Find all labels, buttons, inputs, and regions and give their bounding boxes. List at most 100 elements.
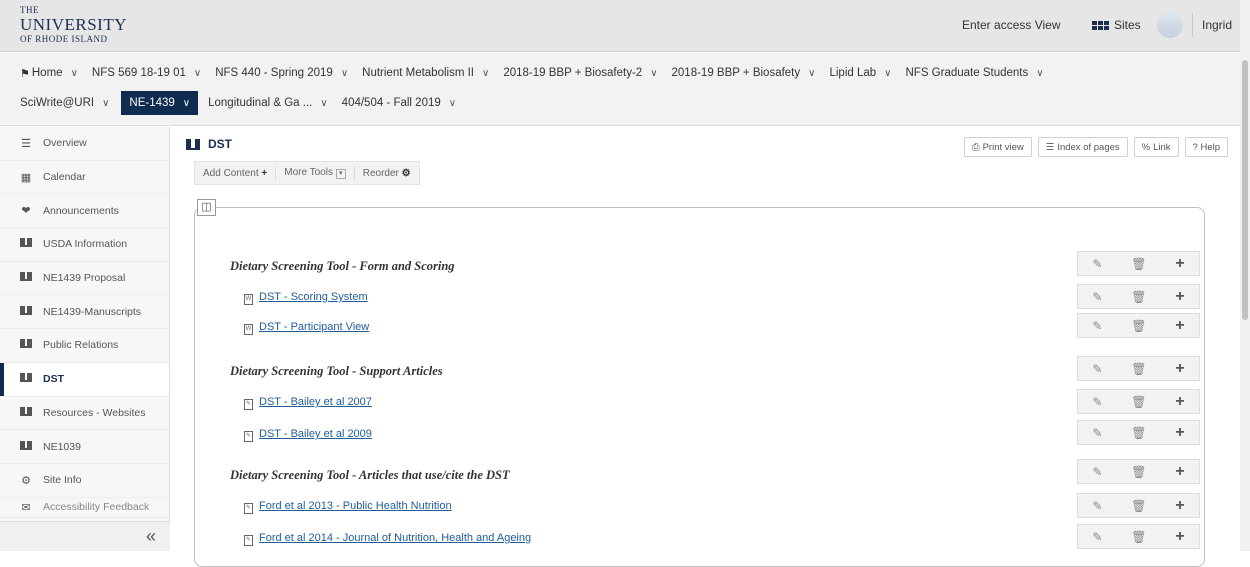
enter-access-view-link[interactable]: Enter access View [962, 18, 1061, 32]
sidebar-item-ne1039[interactable]: NE1039 [0, 430, 169, 464]
feedback-icon: ✉ [21, 501, 31, 514]
file-link[interactable]: Ford et al 2014 - Journal of Nutrition, … [259, 532, 531, 544]
sidebar-item-public-relations[interactable]: Public Relations [0, 329, 169, 363]
edit-icon[interactable]: ✎ [1092, 499, 1102, 513]
sidebar-item-label: Calendar [43, 171, 86, 184]
sidebar-item-ne1439-proposal[interactable]: NE1439 Proposal [0, 262, 169, 296]
tab-home[interactable]: ⚑ Home ∨ [18, 61, 84, 85]
edit-icon[interactable]: ✎ [1092, 319, 1102, 333]
chevron-down-icon[interactable]: ∨ [650, 68, 657, 79]
sidebar-item-label: NE1439 Proposal [43, 272, 126, 285]
edit-icon[interactable]: ✎ [1092, 290, 1102, 304]
scrollbar-thumb[interactable] [1242, 60, 1248, 320]
university-logo[interactable]: THE UNIVERSITY OF RHODE ISLAND [20, 6, 127, 44]
trash-icon[interactable]: 🗑 [1131, 395, 1146, 409]
add-icon[interactable]: + [1175, 288, 1184, 306]
add-icon[interactable]: + [1175, 497, 1184, 515]
tab-nutrient-metabolism[interactable]: Nutrient Metabolism II ∨ [360, 61, 495, 85]
user-menu[interactable]: Ingrid [1157, 12, 1232, 38]
more-tools-button[interactable]: More Tools ▾ [284, 167, 346, 179]
index-of-pages-button[interactable]: ☰ Index of pages [1037, 137, 1128, 157]
tab-lipid-lab[interactable]: Lipid Lab ∨ [827, 61, 897, 85]
add-icon[interactable]: + [1175, 393, 1184, 411]
add-icon[interactable]: + [1175, 317, 1184, 335]
page-scrollbar[interactable] [1240, 0, 1250, 551]
sidebar-item-accessibility-feedback[interactable]: ✉ Accessibility Feedback [0, 498, 169, 518]
trash-icon[interactable]: 🗑 [1131, 290, 1146, 304]
chevron-down-icon[interactable]: ∨ [194, 68, 201, 79]
reorder-button[interactable]: Reorder ⚙ [363, 168, 411, 179]
trash-icon[interactable]: 🗑 [1131, 319, 1146, 333]
edit-icon[interactable]: ✎ [1092, 362, 1102, 376]
section-layout-icon[interactable]: ◫ [197, 199, 216, 216]
collapse-sidebar-button[interactable]: « [0, 521, 170, 551]
megaphone-icon: ❤ [21, 205, 31, 218]
chevron-down-icon[interactable]: ∨ [1036, 68, 1043, 79]
heading-text: Dietary Screening Tool - Support Article… [230, 363, 443, 378]
tab-404-504[interactable]: 404/504 - Fall 2019 ∨ [340, 91, 462, 115]
chevron-down-icon[interactable]: ∨ [449, 98, 456, 109]
tab-sciwrite[interactable]: SciWrite@URI ∨ [18, 91, 115, 115]
chevron-down-icon[interactable]: ∨ [71, 68, 78, 79]
chevron-down-icon[interactable]: ∨ [808, 68, 815, 79]
sidebar-item-site-info[interactable]: ⚙ Site Info [0, 464, 169, 498]
file-link[interactable]: Ford et al 2013 - Public Health Nutritio… [259, 500, 452, 512]
trash-icon[interactable]: 🗑 [1131, 465, 1146, 479]
pdf-icon: ✎ [244, 430, 253, 442]
file-link[interactable]: DST - Bailey et al 2009 [259, 428, 372, 440]
print-view-button[interactable]: ⎙ Print view [963, 137, 1032, 157]
sidebar-item-overview[interactable]: ☰ Overview [0, 127, 169, 161]
add-content-button[interactable]: Add Content + [203, 168, 267, 179]
file-link[interactable]: DST - Participant View [259, 321, 369, 333]
chevron-down-icon[interactable]: ∨ [102, 98, 109, 109]
list-item: W DST - Participant View [230, 316, 1200, 338]
sidebar-item-label: USDA Information [43, 238, 128, 251]
tab-nfs-graduate-students[interactable]: NFS Graduate Students ∨ [903, 61, 1049, 85]
add-icon[interactable]: + [1175, 528, 1184, 546]
add-icon[interactable]: + [1175, 463, 1184, 481]
dropdown-box-icon: ▾ [335, 169, 346, 179]
sidebar-item-calendar[interactable]: ▦ Calendar [0, 161, 169, 195]
trash-icon[interactable]: 🗑 [1131, 426, 1146, 440]
trash-icon[interactable]: 🗑 [1131, 499, 1146, 513]
tab-ne-1439[interactable]: NE-1439 ∨ [121, 91, 199, 115]
add-icon[interactable]: + [1175, 360, 1184, 378]
sidebar-item-dst[interactable]: DST [0, 362, 169, 397]
sites-button[interactable]: Sites [1092, 18, 1141, 32]
chevron-down-icon[interactable]: ∨ [183, 98, 190, 109]
add-icon[interactable]: + [1175, 424, 1184, 442]
tab-nfs-569[interactable]: NFS 569 18-19 01 ∨ [90, 61, 207, 85]
edit-icon[interactable]: ✎ [1092, 530, 1102, 544]
sidebar-item-announcements[interactable]: ❤ Announcements [0, 194, 169, 229]
item-actions: ✎ 🗑 + [1077, 524, 1200, 549]
sidebar-item-ne1439-manuscripts[interactable]: NE1439-Manuscripts [0, 295, 169, 330]
tab-bbp-biosafety-2[interactable]: 2018-19 BBP + Biosafety-2 ∨ [501, 61, 663, 85]
file-link[interactable]: DST - Scoring System [259, 291, 368, 303]
edit-icon[interactable]: ✎ [1092, 257, 1102, 271]
chevron-down-icon[interactable]: ∨ [341, 68, 348, 79]
edit-icon[interactable]: ✎ [1092, 395, 1102, 409]
add-icon[interactable]: + [1175, 255, 1184, 273]
trash-icon[interactable]: 🗑 [1131, 362, 1146, 376]
tab-nfs-440[interactable]: NFS 440 - Spring 2019 ∨ [213, 61, 354, 85]
link-button[interactable]: % Link [1133, 137, 1179, 157]
sidebar-item-resources-websites[interactable]: Resources - Websites [0, 397, 169, 431]
chevron-down-icon[interactable]: ∨ [482, 68, 489, 79]
file-link[interactable]: DST - Bailey et al 2007 [259, 396, 372, 408]
trash-icon[interactable]: 🗑 [1131, 530, 1146, 544]
chevron-down-icon[interactable]: ∨ [320, 98, 327, 109]
help-button[interactable]: ? Help [1184, 137, 1228, 157]
word-doc-icon: W [244, 323, 253, 335]
sidebar-item-usda-information[interactable]: USDA Information [0, 228, 169, 262]
trash-icon[interactable]: 🗑 [1131, 257, 1146, 271]
tab-label: NFS Graduate Students [905, 67, 1029, 79]
lessons-toolbar: Add Content + More Tools ▾ Reorder ⚙ [194, 161, 420, 185]
list-icon: ☰ [21, 137, 31, 150]
edit-icon[interactable]: ✎ [1092, 465, 1102, 479]
tab-longitudinal[interactable]: Longitudinal & Ga ... ∨ [206, 91, 334, 115]
item-actions: ✎ 🗑 + [1077, 493, 1200, 518]
chevron-down-icon[interactable]: ∨ [884, 68, 891, 79]
edit-icon[interactable]: ✎ [1092, 426, 1102, 440]
tab-bbp-biosafety[interactable]: 2018-19 BBP + Biosafety ∨ [670, 61, 822, 85]
tab-label: Longitudinal & Ga ... [208, 97, 313, 109]
